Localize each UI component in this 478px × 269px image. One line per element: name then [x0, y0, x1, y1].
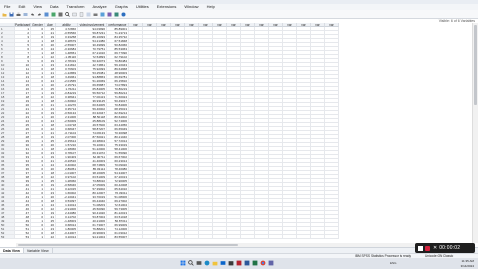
- data-cell[interactable]: 94.21004: [78, 235, 107, 239]
- taskbar-clock[interactable]: 11:35 AM 3/14/2024: [461, 259, 474, 268]
- windows-taskbar: ENG 11:35 AM 3/14/2024: [0, 258, 478, 269]
- data-cell[interactable]: 83.55007: [107, 235, 129, 239]
- taskbar-apps: [180, 260, 276, 266]
- toolbar: [0, 10, 478, 19]
- stop-icon[interactable]: [418, 245, 423, 251]
- save-icon[interactable]: [9, 12, 14, 17]
- data-cell[interactable]: 1: [31, 235, 45, 239]
- weight-cases-icon[interactable]: [93, 12, 98, 17]
- table-row: 53 53 1 22 3.10014 94.21004 83.55007: [0, 235, 472, 239]
- use-sets-icon[interactable]: [114, 12, 119, 17]
- clock-date: 3/14/2024: [460, 263, 474, 268]
- search-icon[interactable]: [188, 260, 194, 266]
- data-cell[interactable]: [297, 235, 311, 239]
- data-cell[interactable]: [311, 235, 325, 239]
- data-cell[interactable]: [283, 235, 297, 239]
- data-cell[interactable]: [213, 235, 227, 239]
- recording-timer: 00:00:02: [439, 245, 461, 251]
- insert-variable-icon[interactable]: [79, 11, 84, 17]
- row-number[interactable]: 53: [0, 235, 15, 239]
- windows-start-icon[interactable]: [180, 260, 186, 266]
- value-labels-icon[interactable]: [107, 12, 112, 17]
- data-cell[interactable]: [227, 235, 241, 239]
- data-cell[interactable]: [143, 235, 157, 239]
- redo-icon[interactable]: [37, 12, 42, 17]
- data-cell[interactable]: [157, 235, 171, 239]
- task-view-icon[interactable]: [196, 260, 202, 266]
- file-explorer-icon[interactable]: [212, 260, 218, 266]
- data-cell[interactable]: [255, 235, 269, 239]
- screen-recorder-widget: ✕ 00:00:02: [415, 243, 475, 253]
- data-cell[interactable]: 3.10014: [56, 235, 78, 239]
- spell-icon[interactable]: [121, 12, 126, 17]
- find-icon[interactable]: [65, 11, 70, 17]
- print-icon[interactable]: [16, 12, 21, 17]
- recall-dialog-icon[interactable]: [23, 12, 28, 17]
- select-cases-icon[interactable]: [100, 12, 105, 17]
- chrome-icon[interactable]: [260, 260, 266, 266]
- close-icon[interactable]: ✕: [433, 245, 437, 251]
- spss-icon[interactable]: [236, 260, 242, 266]
- data-cell[interactable]: [185, 235, 199, 239]
- vertical-scroll-thumb[interactable]: [474, 25, 477, 105]
- excel-icon[interactable]: [252, 260, 258, 266]
- vertical-scrollbar[interactable]: [472, 23, 478, 243]
- record-icon[interactable]: [425, 245, 430, 251]
- data-cell[interactable]: [199, 235, 213, 239]
- data-cell[interactable]: [269, 235, 283, 239]
- variables-icon[interactable]: [58, 12, 63, 17]
- data-grid[interactable]: Participant Gender Age ability videoinvolvem…: [0, 23, 472, 243]
- insert-cases-icon[interactable]: [72, 12, 77, 17]
- store-icon[interactable]: [228, 260, 234, 266]
- data-cell[interactable]: 22: [45, 235, 56, 239]
- goto-variable-icon[interactable]: [51, 12, 56, 17]
- data-cell[interactable]: [129, 235, 143, 239]
- data-cell[interactable]: [325, 235, 339, 239]
- edge-icon[interactable]: [204, 260, 210, 266]
- goto-case-icon[interactable]: [44, 12, 49, 17]
- clock-time: 11:35 AM: [461, 259, 474, 263]
- mail-icon[interactable]: [220, 260, 226, 266]
- open-icon[interactable]: [2, 12, 7, 17]
- word-icon[interactable]: [244, 260, 250, 266]
- language-indicator[interactable]: ENG: [390, 261, 397, 265]
- data-cell[interactable]: 53: [15, 235, 31, 239]
- data-cell[interactable]: [241, 235, 255, 239]
- teams-icon[interactable]: [268, 260, 274, 266]
- horizontal-scroll-thumb[interactable]: [18, 244, 238, 246]
- undo-icon[interactable]: [30, 12, 35, 17]
- split-file-icon[interactable]: [86, 12, 91, 17]
- data-cell[interactable]: [171, 235, 185, 239]
